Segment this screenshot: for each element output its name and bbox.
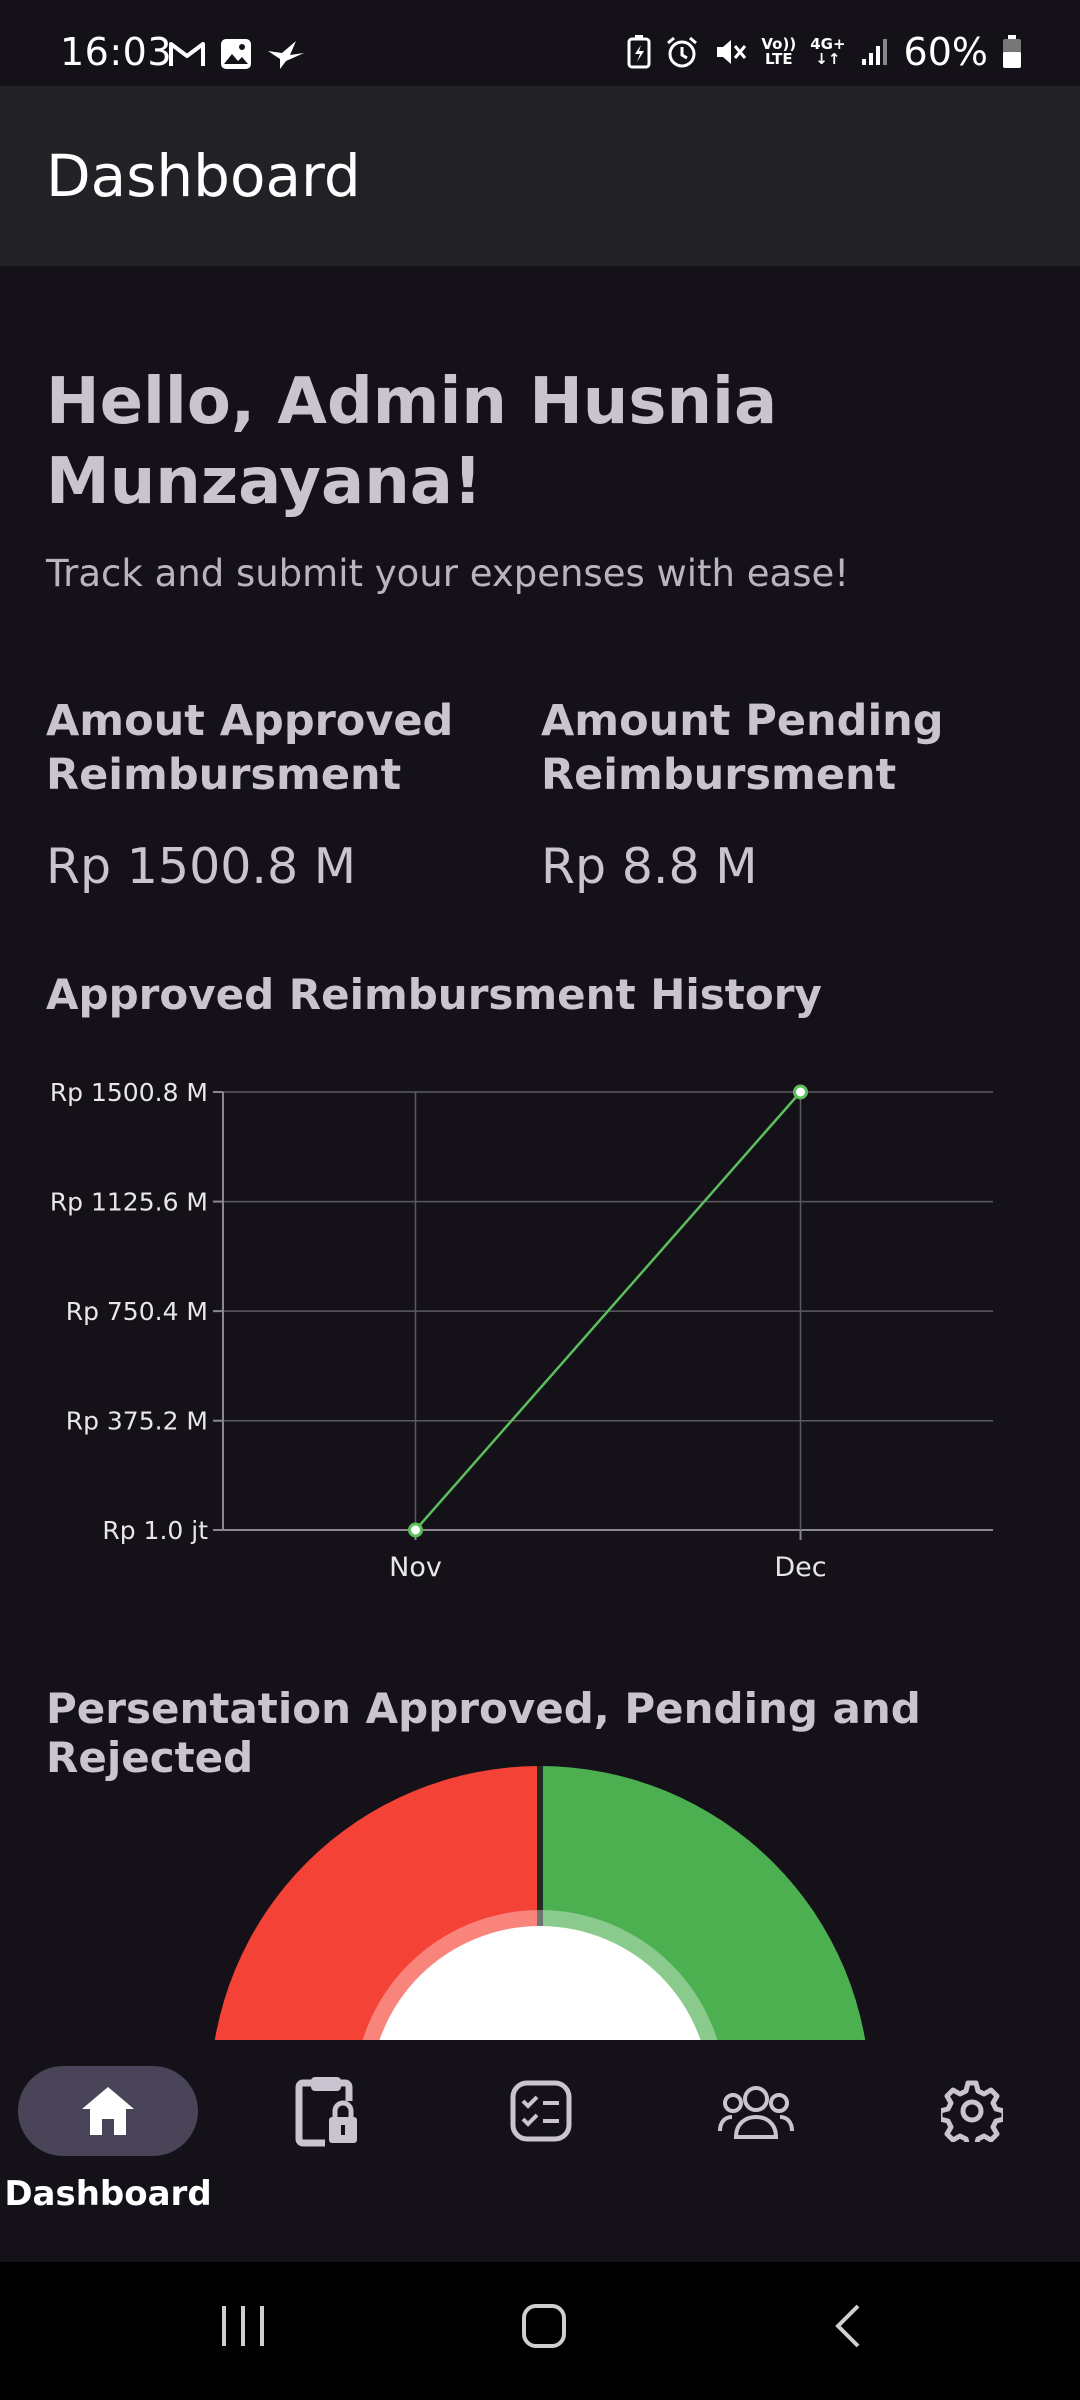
greeting-subtitle: Track and submit your expenses with ease…: [46, 552, 850, 595]
app-bar: Dashboard: [0, 86, 1080, 266]
y-tick-label: Rp 1500.8 M: [50, 1078, 208, 1107]
battery-percentage: 60%: [903, 30, 988, 74]
system-navigation-bar: [0, 2262, 1080, 2400]
nav-item-reimbursement-lock[interactable]: [218, 2066, 434, 2246]
battery-icon: [1003, 35, 1021, 68]
nav-pill: [666, 2066, 846, 2156]
x-tick-label: Nov: [389, 1552, 442, 1583]
y-tick-label: Rp 750.4 M: [66, 1297, 208, 1326]
users-icon: [718, 2086, 794, 2139]
gallery-icon: [221, 39, 251, 69]
nav-pill: [451, 2066, 631, 2156]
y-tick-label: Rp 1.0 jt: [102, 1516, 208, 1545]
nav-item-settings[interactable]: [864, 2066, 1080, 2246]
nav-item-checklist[interactable]: [433, 2066, 649, 2246]
mute-icon: [717, 40, 747, 64]
clipboard-lock-icon: [295, 2077, 357, 2147]
data-point: [408, 1522, 423, 1538]
home-button-icon[interactable]: [520, 2302, 568, 2350]
volte-bottom-text: LTE: [765, 50, 793, 68]
nav-label-dashboard: Dashboard: [4, 2174, 212, 2214]
nav-active-indicator: [18, 2066, 198, 2156]
y-tick-label: Rp 1125.6 M: [50, 1188, 208, 1217]
dashboard-screen: 16:03 Vo)) LTE 4G+ ↓↑ 60% Dashboard Hell…: [0, 0, 1080, 2400]
data-point: [793, 1084, 808, 1100]
pending-amount-label: Amount Pending Reimbursment: [541, 696, 944, 800]
recent-apps-icon[interactable]: [220, 2302, 266, 2350]
data-arrows-icon: ↓↑: [815, 50, 841, 68]
status-bar: 16:03 Vo)) LTE 4G+ ↓↑ 60%: [0, 0, 1080, 86]
status-gauge-chart: [214, 1766, 866, 2040]
approved-amount-label: Amout Approved Reimbursment: [46, 696, 454, 800]
history-chart-title: Approved Reimbursment History: [46, 970, 822, 1019]
nav-pill: [882, 2066, 1062, 2156]
settings-icon: [941, 2080, 1003, 2142]
back-icon[interactable]: [830, 2302, 864, 2350]
status-right-icons: Vo)) LTE 4G+ ↓↑ 60%: [627, 30, 1022, 74]
status-left-icons: [168, 38, 306, 70]
home-icon: [82, 2087, 134, 2135]
signal-icon: [861, 39, 887, 65]
status-time: 16:03: [60, 30, 173, 74]
bottom-navigation: Dashboard: [0, 2040, 1080, 2262]
greeting-title: Hello, Admin Husnia Munzayana!: [46, 365, 778, 519]
page-title: Dashboard: [46, 142, 361, 210]
nav-pill: [236, 2066, 416, 2156]
battery-saver-icon: [627, 35, 651, 69]
pending-amount-value: Rp 8.8 M: [541, 838, 758, 895]
approved-history-chart: Rp 1.0 jt Rp 375.2 M Rp 750.4 M Rp 1125.6 M…: [50, 1078, 993, 1583]
gmail-icon: [169, 42, 205, 66]
4g-icon: 4G+ ↓↑: [810, 37, 845, 67]
nav-item-dashboard[interactable]: Dashboard: [0, 2066, 216, 2246]
y-tick-label: Rp 375.2 M: [66, 1407, 208, 1436]
approved-amount-value: Rp 1500.8 M: [46, 838, 357, 895]
checklist-icon: [510, 2080, 572, 2142]
nav-item-users[interactable]: [648, 2066, 864, 2246]
alarm-icon: [667, 36, 698, 68]
bird-app-icon: [268, 41, 304, 69]
x-tick-label: Dec: [774, 1552, 826, 1583]
volte-icon: Vo)) LTE: [761, 37, 796, 67]
